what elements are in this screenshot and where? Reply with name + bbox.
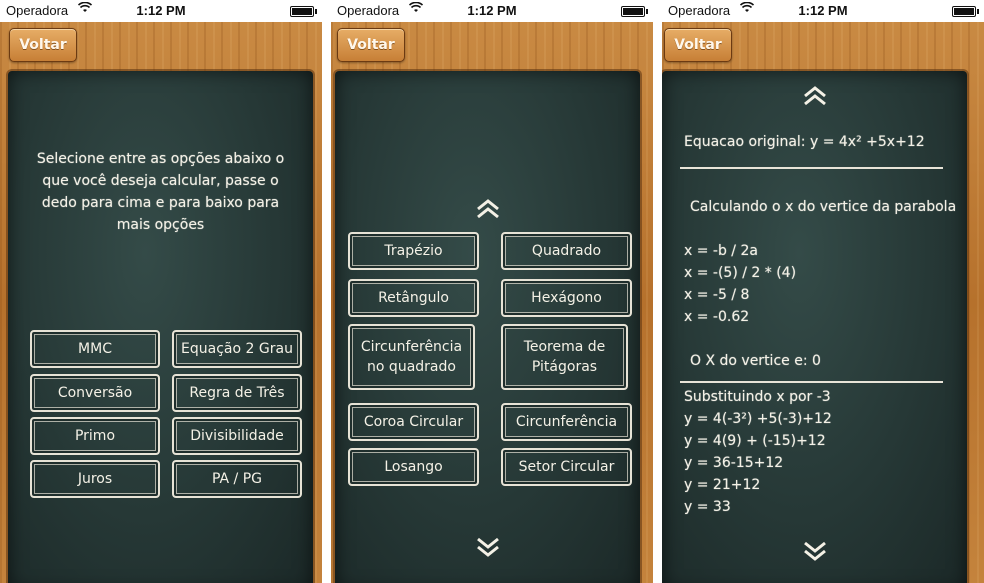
substitution-line: y = 4(9) + (-15)+12 bbox=[684, 433, 826, 449]
status-time: 1:12 PM bbox=[136, 3, 186, 18]
battery-icon bbox=[952, 6, 979, 17]
divider bbox=[680, 167, 943, 169]
shape-trapezio-button[interactable]: Trapézio bbox=[348, 232, 479, 270]
shape-hexagono-button[interactable]: Hexágono bbox=[501, 279, 632, 317]
original-equation: Equacao original: y = 4x² +5x+12 bbox=[684, 134, 925, 150]
option-primo-button[interactable]: Primo bbox=[30, 417, 160, 455]
status-bar: Operadora 1:12 PM bbox=[331, 0, 653, 22]
substitution-title: Substituindo x por -3 bbox=[684, 389, 831, 405]
wood-background: Voltar Selecione entre as opções abaixo … bbox=[0, 22, 322, 583]
step-line: x = -5 / 8 bbox=[684, 287, 750, 303]
shape-circunferencia-quadrado-button[interactable]: Circunferência no quadrado bbox=[348, 324, 475, 390]
shape-retangulo-button[interactable]: Retângulo bbox=[348, 279, 479, 317]
battery-icon bbox=[621, 6, 648, 17]
chalkboard: Selecione entre as opções abaixo o que v… bbox=[8, 71, 313, 583]
shape-circunferencia-button[interactable]: Circunferência bbox=[501, 403, 632, 441]
option-juros-button[interactable]: Juros bbox=[30, 460, 160, 498]
back-button[interactable]: Voltar bbox=[337, 28, 405, 62]
substitution-line: y = 4(-3²) +5(-3)+12 bbox=[684, 411, 832, 427]
chalkboard: Equacao original: y = 4x² +5x+12 Calcula… bbox=[662, 71, 967, 583]
wood-background: Voltar Equacao original: y = 4x² +5x+12 … bbox=[662, 22, 984, 583]
phone-screen-2: Operadora 1:12 PM Voltar Trapézio Quadra… bbox=[331, 0, 653, 583]
vertex-result: O X do vertice e: 0 bbox=[690, 353, 821, 369]
back-button[interactable]: Voltar bbox=[9, 28, 77, 62]
status-bar: Operadora 1:12 PM bbox=[0, 0, 322, 22]
intro-text: Selecione entre as opções abaixo o que v… bbox=[36, 151, 285, 233]
step-line: x = -(5) / 2 * (4) bbox=[684, 265, 797, 281]
shape-setor-circular-button[interactable]: Setor Circular bbox=[501, 448, 632, 486]
shape-losango-button[interactable]: Losango bbox=[348, 448, 479, 486]
chevron-down-icon[interactable] bbox=[335, 537, 640, 564]
substitution-line: y = 33 bbox=[684, 499, 731, 515]
shape-coroa-circular-button[interactable]: Coroa Circular bbox=[348, 403, 479, 441]
status-time: 1:12 PM bbox=[467, 3, 517, 18]
battery-icon bbox=[290, 6, 317, 17]
vertex-heading: Calculando o x do vertice da parabola bbox=[690, 199, 957, 215]
option-pa-pg-button[interactable]: PA / PG bbox=[172, 460, 302, 498]
option-mmc-button[interactable]: MMC bbox=[30, 330, 160, 368]
option-conversao-button[interactable]: Conversão bbox=[30, 374, 160, 412]
substitution-line: y = 21+12 bbox=[684, 477, 761, 493]
step-line: x = -0.62 bbox=[684, 309, 750, 325]
status-bar: Operadora 1:12 PM bbox=[662, 0, 984, 22]
back-button[interactable]: Voltar bbox=[664, 28, 732, 62]
phone-screen-1: Operadora 1:12 PM Voltar Selecione entre… bbox=[0, 0, 322, 583]
step-line: x = -b / 2a bbox=[684, 243, 758, 259]
chevron-up-icon[interactable] bbox=[335, 197, 640, 224]
shape-quadrado-button[interactable]: Quadrado bbox=[501, 232, 632, 270]
divider bbox=[680, 381, 943, 383]
substitution-line: y = 36-15+12 bbox=[684, 455, 784, 471]
chalkboard: Trapézio Quadrado Retângulo Hexágono Cir… bbox=[335, 71, 640, 583]
option-regra-button[interactable]: Regra de Três bbox=[172, 374, 302, 412]
chevron-down-icon[interactable] bbox=[662, 541, 967, 568]
phone-screen-3: Operadora 1:12 PM Voltar Equacao origina… bbox=[662, 0, 984, 583]
shape-pitagoras-button[interactable]: Teorema de Pitágoras bbox=[501, 324, 628, 390]
status-time: 1:12 PM bbox=[798, 3, 848, 18]
option-divisibilidade-button[interactable]: Divisibilidade bbox=[172, 417, 302, 455]
option-equacao-button[interactable]: Equação 2 Grau bbox=[172, 330, 302, 368]
chevron-up-icon[interactable] bbox=[662, 84, 967, 111]
wood-background: Voltar Trapézio Quadrado Retângulo Hexág… bbox=[331, 22, 653, 583]
